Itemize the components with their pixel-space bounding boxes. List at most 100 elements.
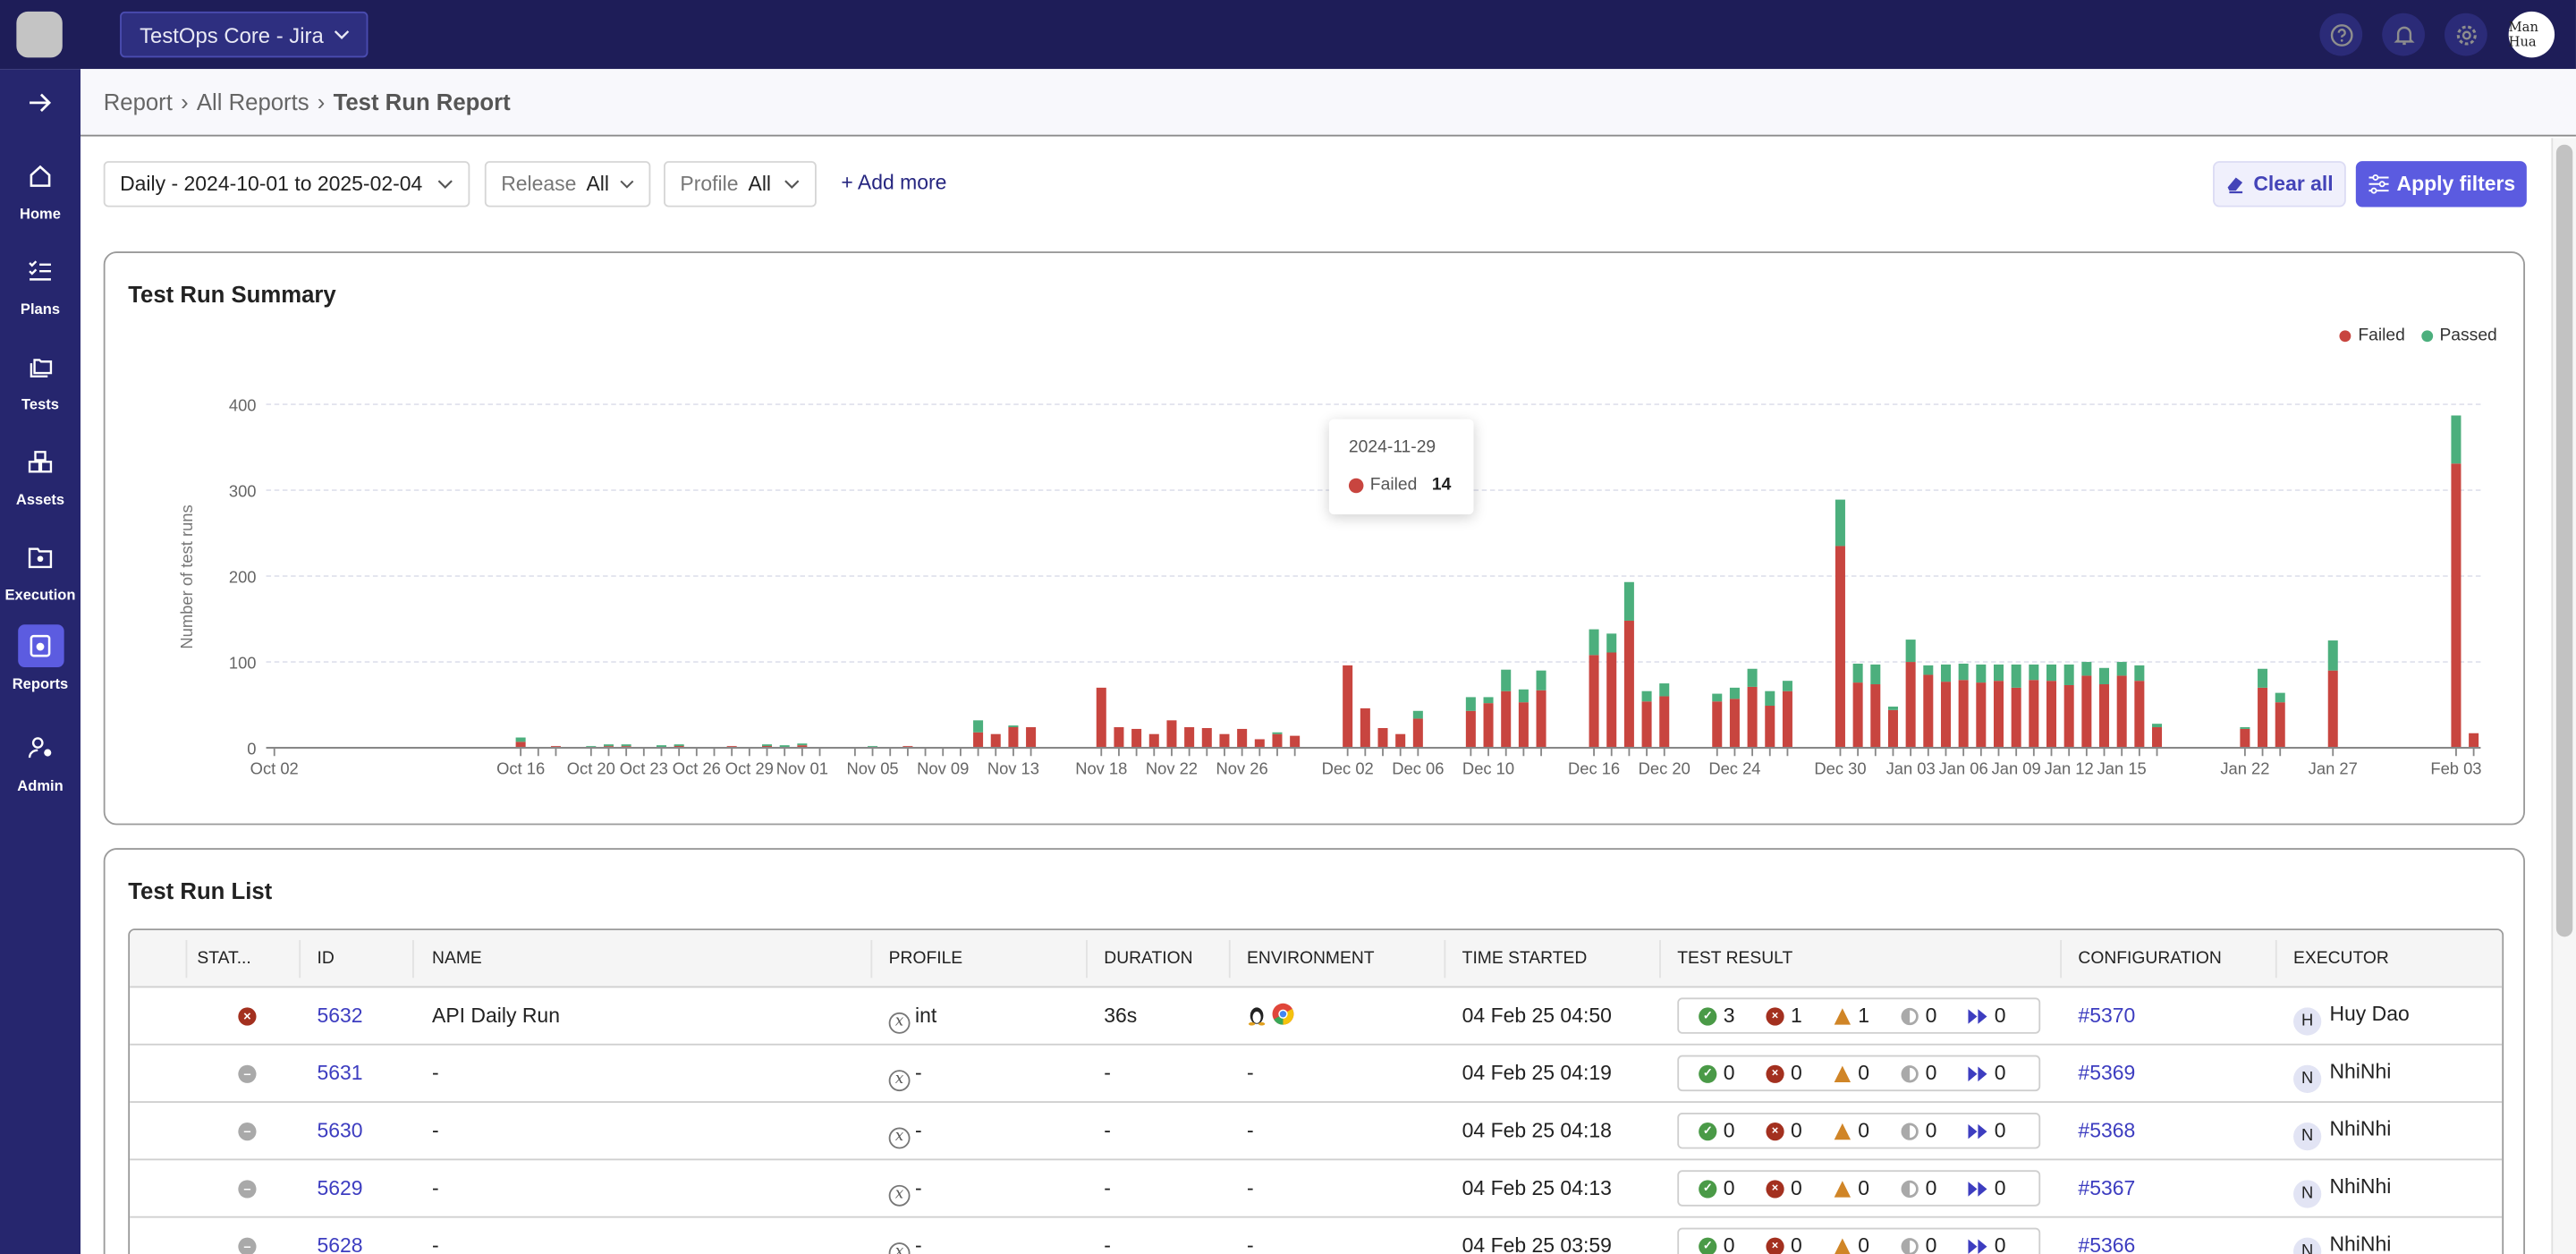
column-separator[interactable] <box>412 940 414 979</box>
list-title: Test Run List <box>128 877 273 904</box>
sidebar-item-reports[interactable]: Reports <box>0 624 80 692</box>
sidebar-item-label: Reports <box>12 675 69 692</box>
column-header[interactable]: EXECUTOR <box>2293 948 2389 968</box>
help-icon <box>2329 23 2352 46</box>
bar-failed <box>2152 727 2163 749</box>
notifications-button[interactable] <box>2382 13 2425 56</box>
breadcrumb-all-reports[interactable]: All Reports <box>197 89 309 114</box>
sidebar-item-plans[interactable]: Plans <box>0 250 80 318</box>
bar-failed <box>1782 691 1792 749</box>
column-separator[interactable] <box>1444 940 1446 979</box>
column-header[interactable]: DURATION <box>1104 948 1192 968</box>
test-result-summary[interactable]: ✓ 0 × 0 0 0 0 <box>1677 1112 2041 1149</box>
column-separator[interactable] <box>1228 940 1231 979</box>
bar-passed <box>1412 710 1423 719</box>
run-id-link[interactable]: 5631 <box>317 1062 362 1085</box>
configuration-link[interactable]: #5370 <box>2078 1004 2135 1028</box>
executor-cell: H Huy Dao <box>2293 1003 2410 1036</box>
breadcrumb-report[interactable]: Report <box>104 89 173 114</box>
add-more-filter-link[interactable]: + Add more <box>841 171 946 194</box>
profile-value: All <box>748 172 772 196</box>
configuration-link[interactable]: #5366 <box>2078 1234 2135 1254</box>
chart-tooltip: 2024-11-29 Failed 14 <box>1328 419 1474 515</box>
environment-cell <box>1247 1003 1295 1030</box>
configuration-link[interactable]: #5369 <box>2078 1062 2135 1085</box>
bar-failed <box>1465 710 1476 749</box>
column-separator[interactable] <box>1659 940 1661 979</box>
bar-passed <box>973 720 984 733</box>
x-tick-label: Nov 13 <box>987 758 1039 777</box>
sidebar-item-assets[interactable]: Assets <box>0 440 80 508</box>
column-header[interactable]: CONFIGURATION <box>2078 948 2221 968</box>
result-count: 0 <box>1925 1062 1937 1085</box>
bar-failed <box>1729 699 1740 749</box>
column-header[interactable]: TIME STARTED <box>1462 948 1588 968</box>
chevron-down-icon <box>334 30 350 39</box>
release-filter[interactable]: Release All <box>484 161 651 208</box>
column-separator[interactable] <box>2060 940 2063 979</box>
profile-filter[interactable]: Profile All <box>664 161 817 208</box>
sidebar-item-label: Plans <box>20 301 61 318</box>
result-count: 0 <box>1858 1119 1870 1143</box>
sidebar-item-admin[interactable]: Admin <box>0 726 80 794</box>
test-result-summary[interactable]: ✓ 0 × 0 0 0 0 <box>1677 1227 2041 1254</box>
table-row[interactable]: –5628- x - - -04 Feb 25 03:59 ✓ 0 × 0 0 0 0 #5366 N Nh… <box>130 1218 2502 1254</box>
bar-passed <box>2046 664 2057 682</box>
table-row[interactable]: –5631- x - - -04 Feb 25 04:19 ✓ 0 × 0 0 0 0 #5369 N Nh… <box>130 1046 2503 1103</box>
column-header[interactable]: ID <box>317 948 334 968</box>
settings-button[interactable] <box>2445 13 2487 56</box>
column-separator[interactable] <box>185 940 188 979</box>
configuration-link[interactable]: #5368 <box>2078 1119 2135 1142</box>
sidebar-item-home[interactable]: Home <box>0 155 80 222</box>
bar-failed <box>1641 701 1652 749</box>
bar-failed <box>1905 662 1916 749</box>
arrow-right-icon[interactable] <box>28 92 53 114</box>
column-header[interactable]: ENVIRONMENT <box>1247 948 1375 968</box>
user-avatar[interactable]: Man Hua <box>2508 11 2555 58</box>
x-tick-label: Dec 24 <box>1708 758 1760 777</box>
run-id-link[interactable]: 5632 <box>317 1004 362 1028</box>
checklist-icon <box>17 250 63 292</box>
x-tick-label: Nov 22 <box>1146 758 1198 777</box>
project-selector[interactable]: TestOps Core - Jira <box>120 11 369 58</box>
result-count: 0 <box>1994 1233 2006 1254</box>
logo[interactable] <box>16 11 63 58</box>
chevron-down-icon <box>620 180 633 189</box>
test-result-summary[interactable]: ✓ 3 × 1 1 0 0 <box>1677 997 2041 1034</box>
sidebar-item-execution[interactable]: Execution <box>0 536 80 603</box>
skipped-icon <box>1968 1238 1987 1254</box>
test-result-summary[interactable]: ✓ 0 × 0 0 0 0 <box>1677 1055 2041 1092</box>
executor-avatar: N <box>2293 1180 2322 1208</box>
column-header[interactable]: PROFILE <box>889 948 963 968</box>
executor-name: NhiNhi <box>2329 1174 2392 1199</box>
table-row[interactable]: –5630- x - - -04 Feb 25 04:18 ✓ 0 × 0 0 0 0 #5368 N Nh… <box>130 1103 2503 1161</box>
sidebar-item-tests[interactable]: Tests <box>0 345 80 412</box>
bar-failed <box>1501 691 1512 749</box>
apply-filters-button[interactable]: Apply filters <box>2355 161 2527 208</box>
test-result-summary[interactable]: ✓ 0 × 0 0 0 0 <box>1677 1170 2041 1207</box>
column-separator[interactable] <box>299 940 301 979</box>
clear-all-button[interactable]: Clear all <box>2213 161 2346 208</box>
date-range-filter[interactable]: Daily - 2024-10-01 to 2025-02-04 <box>103 161 470 208</box>
result-count: 0 <box>1925 1004 1937 1028</box>
column-header[interactable]: TEST RESULT <box>1677 948 1792 968</box>
run-id-link[interactable]: 5629 <box>317 1177 362 1200</box>
bar-passed <box>2134 665 2145 682</box>
column-separator[interactable] <box>2275 940 2277 979</box>
configuration-link[interactable]: #5367 <box>2078 1177 2135 1200</box>
run-id-link[interactable]: 5628 <box>317 1234 362 1254</box>
help-button[interactable] <box>2319 13 2363 56</box>
table-row[interactable]: –5629- x - - -04 Feb 25 04:13 ✓ 0 × 0 0 0 0 #5367 N Nh… <box>130 1160 2503 1218</box>
column-separator[interactable] <box>870 940 873 979</box>
column-header[interactable]: NAME <box>432 948 482 968</box>
scrollbar-thumb[interactable] <box>2555 144 2573 937</box>
sidebar-item-label: Tests <box>21 395 59 413</box>
failed-icon: × <box>1766 1236 1784 1254</box>
column-separator[interactable] <box>1086 940 1088 979</box>
run-id-link[interactable]: 5630 <box>317 1119 362 1142</box>
passed-icon: ✓ <box>1699 1006 1717 1025</box>
table-row[interactable]: × 5632 API Daily Run x int 36s 04 Feb 25 04:5… <box>130 987 2503 1046</box>
x-tick-label: Jan 03 <box>1886 758 1936 777</box>
column-header[interactable]: STAT... <box>197 948 250 968</box>
status-failed-icon: × <box>238 1007 257 1026</box>
